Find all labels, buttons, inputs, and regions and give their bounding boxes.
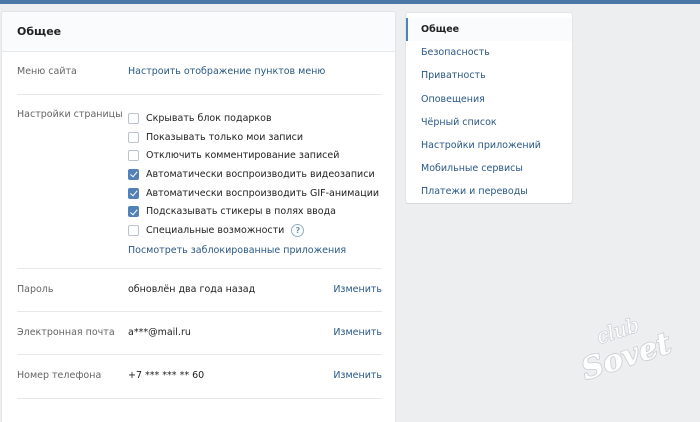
divider [17,398,382,399]
page-title: Общее [17,25,62,38]
checkbox[interactable] [128,131,139,143]
settings-nav-list: Общее Безопасность Приватность Оповещени… [406,18,572,204]
option-hide-gifts[interactable]: Скрывать блок подарков [128,109,379,128]
nav-item-general[interactable]: Общее [406,18,572,42]
divider [17,268,382,269]
configure-menu-link[interactable]: Настроить отображение пунктов меню [128,66,325,77]
divider [17,94,382,95]
nav-item-payments[interactable]: Платежи и переводы [406,180,572,203]
phone-value: +7 *** *** ** 60 [128,370,205,381]
checkbox[interactable] [128,206,139,218]
option-label: Подсказывать стикеры в полях ввода [146,206,336,218]
option-only-my-posts[interactable]: Показывать только мои записи [128,128,379,147]
password-status: обновлён два года назад [128,284,256,295]
site-menu-label: Меню сайта [17,66,77,77]
page-settings-label: Настройки страницы [17,109,123,120]
checkbox[interactable] [128,224,139,236]
blocked-apps-link[interactable]: Посмотреть заблокированные приложения [128,245,346,256]
option-label: Отключить комментирование записей [146,150,340,162]
option-label: Автоматически воспроизводить видеозаписи [146,168,375,180]
option-autoplay-video[interactable]: Автоматически воспроизводить видеозаписи [128,165,379,184]
option-label: Автоматически воспроизводить GIF-анимаци… [146,187,380,199]
checkbox[interactable] [128,112,139,124]
option-suggest-stickers[interactable]: Подсказывать стикеры в полях ввода [128,202,379,221]
password-label: Пароль [17,284,54,295]
nav-item-app-settings[interactable]: Настройки приложений [406,134,572,157]
divider [17,311,382,312]
option-label: Скрывать блок подарков [146,112,272,124]
nav-item-blacklist[interactable]: Чёрный список [406,111,572,134]
settings-card: Общее Меню сайта Настроить отображение п… [2,12,395,422]
option-disable-comments[interactable]: Отключить комментирование записей [128,146,379,165]
checkbox[interactable] [128,150,139,162]
help-icon[interactable]: ? [291,223,305,237]
phone-label: Номер телефона [17,370,102,381]
card-header: Общее [2,12,395,52]
change-email-link[interactable]: Изменить [333,327,382,338]
page-settings-options: Скрывать блок подарков Показывать только… [128,109,379,260]
checkbox[interactable] [128,187,139,199]
settings-nav: Общее Безопасность Приватность Оповещени… [406,13,572,203]
option-label: Специальные возможности [146,224,285,236]
top-bar-edge [0,0,700,4]
divider [17,354,382,355]
email-value: a***@mail.ru [128,327,191,338]
option-autoplay-gif[interactable]: Автоматически воспроизводить GIF-анимаци… [128,184,379,203]
blocked-apps-row: Посмотреть заблокированные приложения [128,241,379,260]
nav-item-security[interactable]: Безопасность [406,41,572,64]
nav-item-privacy[interactable]: Приватность [406,64,572,87]
change-password-link[interactable]: Изменить [333,284,382,295]
watermark-logo: club Sovet [576,312,676,388]
nav-item-mobile-services[interactable]: Мобильные сервисы [406,157,572,180]
option-label: Показывать только мои записи [146,131,304,143]
change-phone-link[interactable]: Изменить [333,370,382,381]
option-accessibility[interactable]: Специальные возможности ? [128,221,379,240]
checkbox[interactable] [128,168,139,180]
nav-item-notifications[interactable]: Оповещения [406,88,572,111]
email-label: Электронная почта [17,327,115,338]
